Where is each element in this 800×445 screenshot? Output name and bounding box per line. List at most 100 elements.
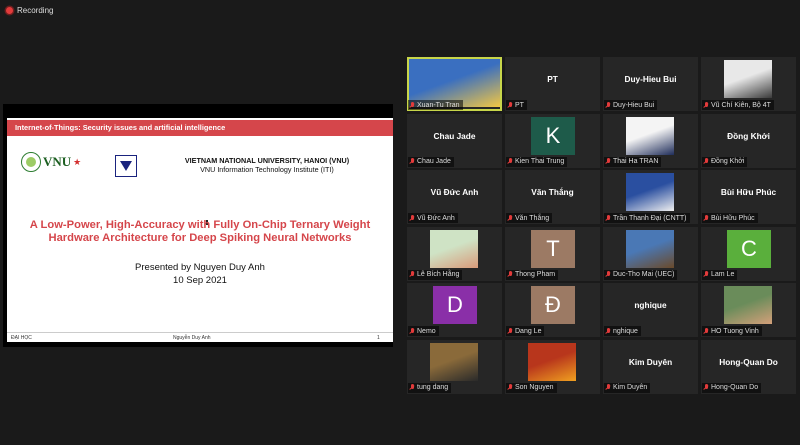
presenter: Presented by Nguyen Duy Anh <box>135 262 265 273</box>
muted-mic-icon <box>605 271 611 278</box>
participant-name-label: Kim Duyên <box>604 382 651 393</box>
participant-name-label: nghique <box>604 326 641 336</box>
participant-tile[interactable]: Vũ Chí Kiên, Bộ 4T <box>701 57 796 111</box>
participant-name: Vũ Đức Anh <box>417 214 455 222</box>
muted-mic-icon <box>409 214 415 222</box>
participant-name-label: Kien Thai Trung <box>506 156 568 167</box>
participant-name: Hong-Quan Do <box>711 384 759 391</box>
participant-tile[interactable]: Kim Duyên Kim Duyên <box>603 339 698 394</box>
iti-logo-icon <box>115 155 137 177</box>
participant-name-label: Vũ Đức Anh <box>408 213 458 223</box>
participant-tile[interactable]: Duy-Hieu Bui Duy-Hieu Bui <box>603 57 698 111</box>
institute-name: VNU Information Technology Institute (IT… <box>200 165 334 174</box>
muted-mic-icon <box>409 327 415 335</box>
participant-tile[interactable]: Hong-Quan Do Hong-Quan Do <box>701 339 796 394</box>
participant-name-label: tung dang <box>408 382 452 393</box>
participant-name: Chau Jade <box>417 158 451 165</box>
university-block: VIETNAM NATIONAL UNIVERSITY, HANOI (VNU)… <box>167 156 367 174</box>
muted-mic-icon <box>507 214 513 222</box>
participant-tile[interactable]: PT PT <box>505 57 600 111</box>
participant-name: Xuan-Tu Tran <box>417 101 460 109</box>
participant-name: Lam Le <box>711 271 735 278</box>
participant-tile[interactable]: tung dang <box>407 339 502 394</box>
participant-name-label: Văn Thắng <box>506 213 553 223</box>
footer-author: Nguyễn Duy Anh <box>173 335 211 341</box>
participant-tile[interactable]: Chau Jade Chau Jade <box>407 113 502 168</box>
muted-mic-icon <box>605 214 611 222</box>
muted-mic-icon <box>409 384 415 391</box>
participant-display-name: Duy-Hieu Bui <box>624 74 677 84</box>
participant-tile[interactable]: Duc-Tho Mai (UEC) <box>603 226 698 281</box>
participant-tile[interactable]: Xuan-Tu Tran <box>407 57 502 111</box>
participant-name: nghique <box>613 327 638 335</box>
participant-name: tung dang <box>417 384 449 391</box>
participant-name-label: Thai Ha TRAN <box>604 156 662 167</box>
participant-tile[interactable]: nghique nghique <box>603 283 698 337</box>
participant-tile[interactable]: T Thong Pham <box>505 226 600 281</box>
participant-tile[interactable]: C Lam Le <box>701 226 796 281</box>
participant-tile[interactable]: Trần Thanh Đại (CNTT) <box>603 170 698 224</box>
participant-video <box>528 342 576 381</box>
participant-name: PT <box>515 101 524 109</box>
participant-tile[interactable]: Son Nguyen <box>505 339 600 394</box>
avatar-letter: D <box>433 286 477 324</box>
participant-video <box>430 229 478 268</box>
participant-tile[interactable]: Bùi Hữu Phúc Bùi Hữu Phúc <box>701 170 796 224</box>
slide-footer: ĐẠI HỌC Nguyễn Duy Anh 1 <box>7 332 393 343</box>
participant-name-label: Chau Jade <box>408 156 454 167</box>
participant-tile[interactable]: Thai Ha TRAN <box>603 113 698 168</box>
avatar-letter: T <box>531 229 575 268</box>
participant-tile[interactable]: Đồng Khởi Đồng Khởi <box>701 113 796 168</box>
participant-name-label: PT <box>506 100 527 110</box>
participant-name-label: Lam Le <box>702 269 738 280</box>
muted-mic-icon <box>507 158 513 165</box>
participant-name: Kien Thai Trung <box>515 158 565 165</box>
participant-name-label: Xuan-Tu Tran <box>408 100 463 110</box>
footer-left: ĐẠI HỌC <box>11 335 32 341</box>
muted-mic-icon <box>507 327 513 335</box>
vnu-logo-text: VNU <box>43 154 72 169</box>
participant-name-label: Duy-Hieu Bui <box>604 100 658 110</box>
participant-name: Son Nguyen <box>515 384 554 391</box>
participant-tile[interactable]: Đ Dang Le <box>505 283 600 337</box>
recording-indicator[interactable]: Recording <box>6 6 53 15</box>
participant-name: Vũ Chí Kiên, Bộ 4T <box>711 101 771 109</box>
participant-display-name: Hong-Quan Do <box>719 356 778 367</box>
participant-name-label: Son Nguyen <box>506 382 557 393</box>
participant-name-label: Dang Le <box>506 326 545 336</box>
participant-name: Dang Le <box>515 327 542 335</box>
participant-tile[interactable]: Vũ Đức Anh Vũ Đức Anh <box>407 170 502 224</box>
muted-mic-icon <box>703 101 709 109</box>
muted-mic-icon <box>507 384 513 391</box>
participant-video <box>626 173 674 211</box>
presenter-block: Presented by Nguyen Duy Anh 10 Sep 2021 <box>7 261 393 287</box>
participant-tile[interactable]: Lê Bích Hằng <box>407 226 502 281</box>
participant-tile[interactable]: D Nemo <box>407 283 502 337</box>
participant-name: Kim Duyên <box>613 384 648 391</box>
participant-tile[interactable]: HO Tuong Vinh <box>701 283 796 337</box>
recording-label: Recording <box>17 6 54 15</box>
muted-mic-icon <box>703 158 709 165</box>
participant-name: HO Tuong Vinh <box>711 327 759 335</box>
participant-name-label: Thong Pham <box>506 269 559 280</box>
participant-name: Trần Thanh Đại (CNTT) <box>613 214 687 222</box>
participant-display-name: Đồng Khởi <box>727 130 770 141</box>
muted-mic-icon <box>507 101 513 109</box>
participant-name-label: Trần Thanh Đại (CNTT) <box>604 213 690 223</box>
participant-name-label: Hong-Quan Do <box>702 382 762 393</box>
participant-name: Bùi Hữu Phúc <box>711 214 755 222</box>
muted-mic-icon <box>703 214 709 222</box>
muted-mic-icon <box>409 101 415 109</box>
participant-display-name: Văn Thắng <box>531 187 574 197</box>
participant-tile[interactable]: K Kien Thai Trung <box>505 113 600 168</box>
participant-name-label: HO Tuong Vinh <box>702 326 762 336</box>
participant-tile[interactable]: Văn Thắng Văn Thắng <box>505 170 600 224</box>
slide-header: Internet-of-Things: Security issues and … <box>7 120 393 136</box>
participant-video <box>430 342 478 381</box>
participant-name: Đồng Khởi <box>711 158 745 165</box>
participant-name: Duy-Hieu Bui <box>613 101 655 109</box>
recording-dot-icon <box>6 7 13 14</box>
participant-display-name: nghique <box>634 300 667 310</box>
participant-name-label: Bùi Hữu Phúc <box>702 213 758 223</box>
slide-title-line1: A Low-Power, High-Accuracy with Fully On… <box>29 219 371 231</box>
